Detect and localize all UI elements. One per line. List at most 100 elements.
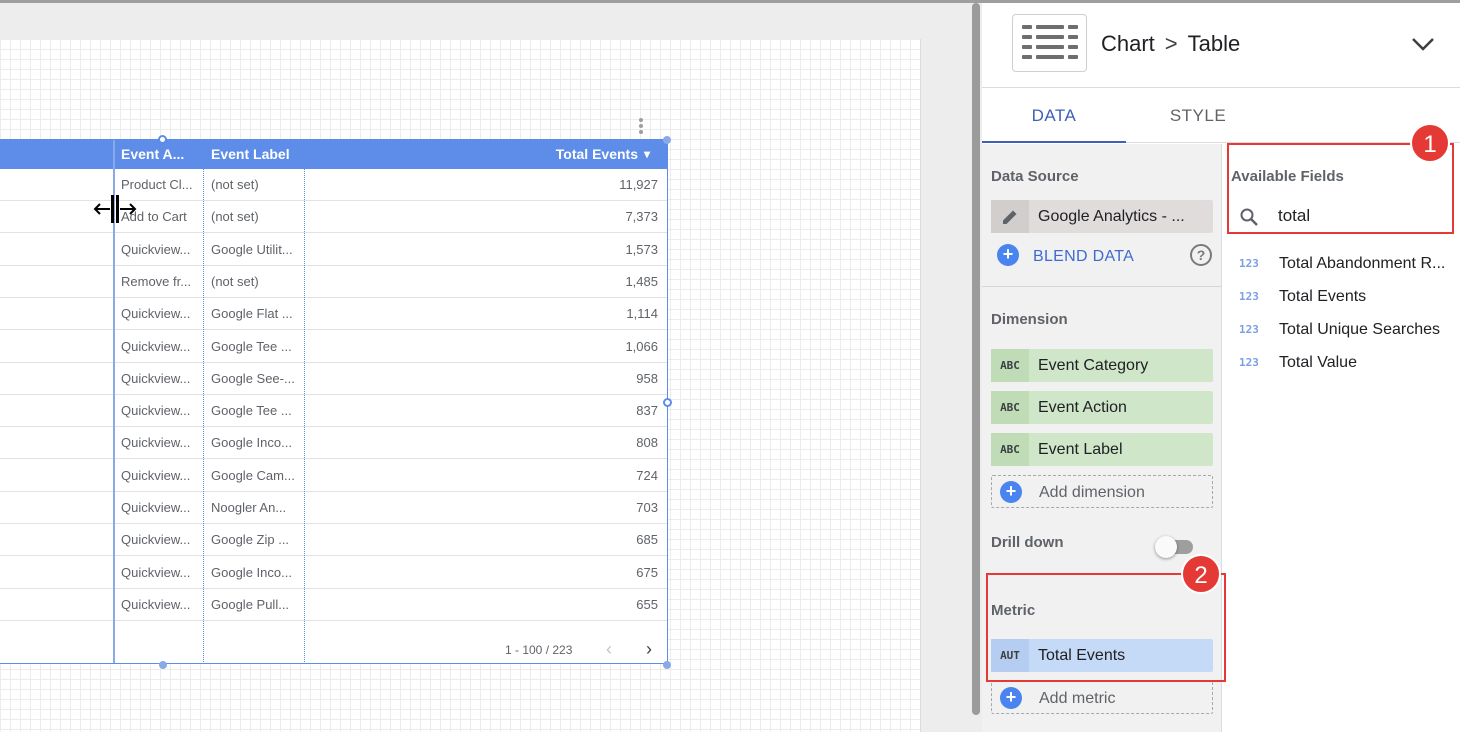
- chart-breadcrumb: Chart > Table: [1101, 29, 1240, 59]
- table-row[interactable]: Quickview... Google Inco... 808: [0, 427, 667, 460]
- cell-event-action: Quickview...: [121, 338, 191, 354]
- cell-event-label: Google Tee ...: [211, 403, 292, 419]
- dimension-name: Event Action: [1038, 399, 1127, 416]
- number-type-icon: 123: [1239, 356, 1259, 369]
- dimension-type-tag: ABC: [991, 349, 1029, 382]
- table-row[interactable]: Quickview... Google Utilit... 1,573: [0, 234, 667, 266]
- cell-event-action: Quickview...: [121, 241, 191, 257]
- next-page-button[interactable]: ›: [638, 637, 660, 661]
- cell-event-label: Google Inco...: [211, 564, 292, 580]
- table-row[interactable]: Quickview... Google Inco... 675: [0, 557, 667, 589]
- previous-page-button[interactable]: ‹: [598, 637, 620, 661]
- add-dimension-button[interactable]: + Add dimension: [991, 475, 1213, 508]
- cell-event-action: Quickview...: [121, 403, 191, 419]
- more-options-icon[interactable]: [636, 117, 646, 135]
- table-row[interactable]: Quickview... Google Cam... 724: [0, 460, 667, 492]
- table-row[interactable]: Quickview... Google Zip ... 685: [0, 524, 667, 557]
- data-source-chip[interactable]: Google Analytics - ...: [991, 200, 1213, 233]
- cell-total-events: 808: [636, 435, 658, 451]
- cell-event-label: (not set): [211, 177, 259, 192]
- available-field-item[interactable]: 123 Total Value: [1223, 348, 1460, 381]
- cell-total-events: 958: [636, 370, 658, 386]
- report-page[interactable]: Event A... Event Label Total Events ▾ Pr…: [0, 39, 921, 732]
- add-metric-label: Add metric: [1039, 690, 1116, 707]
- dimension-type-tag: ABC: [991, 391, 1029, 424]
- panel-tabs: DATA STYLE: [982, 89, 1460, 143]
- cell-event-label: Google Tee ...: [211, 338, 292, 354]
- resize-handle-right[interactable]: [663, 398, 672, 407]
- chevron-down-icon[interactable]: [1410, 35, 1436, 53]
- annotation-badge-1: 1: [1410, 123, 1450, 163]
- blend-data-plus-icon[interactable]: +: [997, 244, 1019, 266]
- field-name: Total Unique Searches: [1279, 321, 1440, 338]
- cell-event-label: Google Inco...: [211, 435, 292, 451]
- sort-descending-icon[interactable]: ▾: [644, 140, 656, 169]
- column-divider: [304, 140, 305, 663]
- tab-style[interactable]: STYLE: [1126, 89, 1270, 143]
- cell-event-label: Google Pull...: [211, 596, 290, 612]
- cell-event-action: Remove fr...: [121, 273, 192, 289]
- table-row[interactable]: Quickview... Google Tee ... 1,066: [0, 331, 667, 363]
- add-metric-button[interactable]: + Add metric: [991, 681, 1213, 714]
- scrollbar-thumb[interactable]: [972, 3, 980, 715]
- vertical-scrollbar[interactable]: [970, 3, 982, 732]
- available-field-item[interactable]: 123 Total Events: [1223, 282, 1460, 315]
- resize-handle-bottom-right[interactable]: [663, 661, 671, 669]
- resize-handle-top-right[interactable]: [663, 136, 671, 144]
- cell-total-events: 675: [636, 564, 658, 580]
- cell-event-label: Google Flat ...: [211, 306, 293, 322]
- breadcrumb-parent[interactable]: Chart: [1101, 31, 1155, 56]
- dimension-label: Dimension: [991, 311, 1068, 328]
- available-field-item[interactable]: 123 Total Unique Searches: [1223, 315, 1460, 348]
- column-header-total-events[interactable]: Total Events: [480, 140, 638, 169]
- cell-event-label: Google Zip ...: [211, 532, 290, 548]
- dimension-type-tag: ABC: [991, 433, 1029, 466]
- dimension-chip[interactable]: ABC Event Category: [991, 349, 1213, 382]
- number-type-icon: 123: [1239, 290, 1259, 303]
- cell-event-action: Quickview...: [121, 306, 191, 322]
- pagination-range: 1 - 100 / 223: [505, 643, 573, 657]
- panel-header: Chart > Table: [982, 3, 1460, 88]
- cell-total-events: 724: [636, 467, 658, 483]
- annotation-badge-2: 2: [1181, 554, 1221, 594]
- breadcrumb-current: Table: [1187, 31, 1241, 56]
- column-header-event-label[interactable]: Event Label: [211, 140, 301, 169]
- cell-event-action: Quickview...: [121, 500, 191, 515]
- available-field-item[interactable]: 123 Total Abandonment R...: [1223, 249, 1460, 282]
- pencil-icon[interactable]: [991, 200, 1029, 233]
- column-header-event-action[interactable]: Event A...: [121, 140, 197, 169]
- properties-panel: Chart > Table DATA STYLE Data Source Googl…: [982, 3, 1460, 732]
- cell-event-action: Quickview...: [121, 467, 191, 483]
- table-chart-icon[interactable]: [1012, 14, 1087, 72]
- tab-data[interactable]: DATA: [982, 89, 1126, 143]
- help-icon[interactable]: ?: [1190, 244, 1212, 266]
- number-type-icon: 123: [1239, 257, 1259, 270]
- cell-total-events: 685: [636, 532, 658, 548]
- cell-event-action: Quickview...: [121, 596, 191, 612]
- blend-data-button[interactable]: BLEND DATA: [1033, 248, 1134, 266]
- plus-icon: +: [1000, 481, 1022, 503]
- cell-event-label: Google Cam...: [211, 467, 295, 483]
- data-source-name: Google Analytics - ...: [1038, 208, 1185, 225]
- cell-event-action: Quickview...: [121, 564, 191, 580]
- column-divider: [203, 140, 204, 663]
- cell-total-events: 11,927: [619, 177, 658, 192]
- table-header-row: Event A... Event Label Total Events ▾: [0, 140, 667, 169]
- table-row[interactable]: Quickview... Noogler An... 703: [0, 492, 667, 524]
- resize-handle-bottom[interactable]: [159, 661, 167, 669]
- dimension-chip[interactable]: ABC Event Label: [991, 433, 1213, 466]
- table-row[interactable]: Quickview... Google Pull... 655: [0, 589, 667, 621]
- cell-event-label: Google See-...: [211, 370, 295, 386]
- dimension-chip[interactable]: ABC Event Action: [991, 391, 1213, 424]
- table-row[interactable]: Remove fr... (not set) 1,485: [0, 266, 667, 298]
- cell-event-action: Quickview...: [121, 370, 191, 386]
- table-row[interactable]: Quickview... Google Tee ... 837: [0, 395, 667, 428]
- data-source-label: Data Source: [991, 168, 1079, 185]
- table-row[interactable]: Quickview... Google Flat ... 1,114: [0, 298, 667, 331]
- drill-down-toggle[interactable]: [1155, 536, 1195, 558]
- table-row[interactable]: Quickview... Google See-... 958: [0, 363, 667, 395]
- field-name: Total Abandonment R...: [1279, 255, 1446, 272]
- add-dimension-label: Add dimension: [1039, 484, 1145, 501]
- cell-total-events: 1,485: [625, 273, 658, 289]
- resize-handle-top[interactable]: [158, 135, 167, 144]
